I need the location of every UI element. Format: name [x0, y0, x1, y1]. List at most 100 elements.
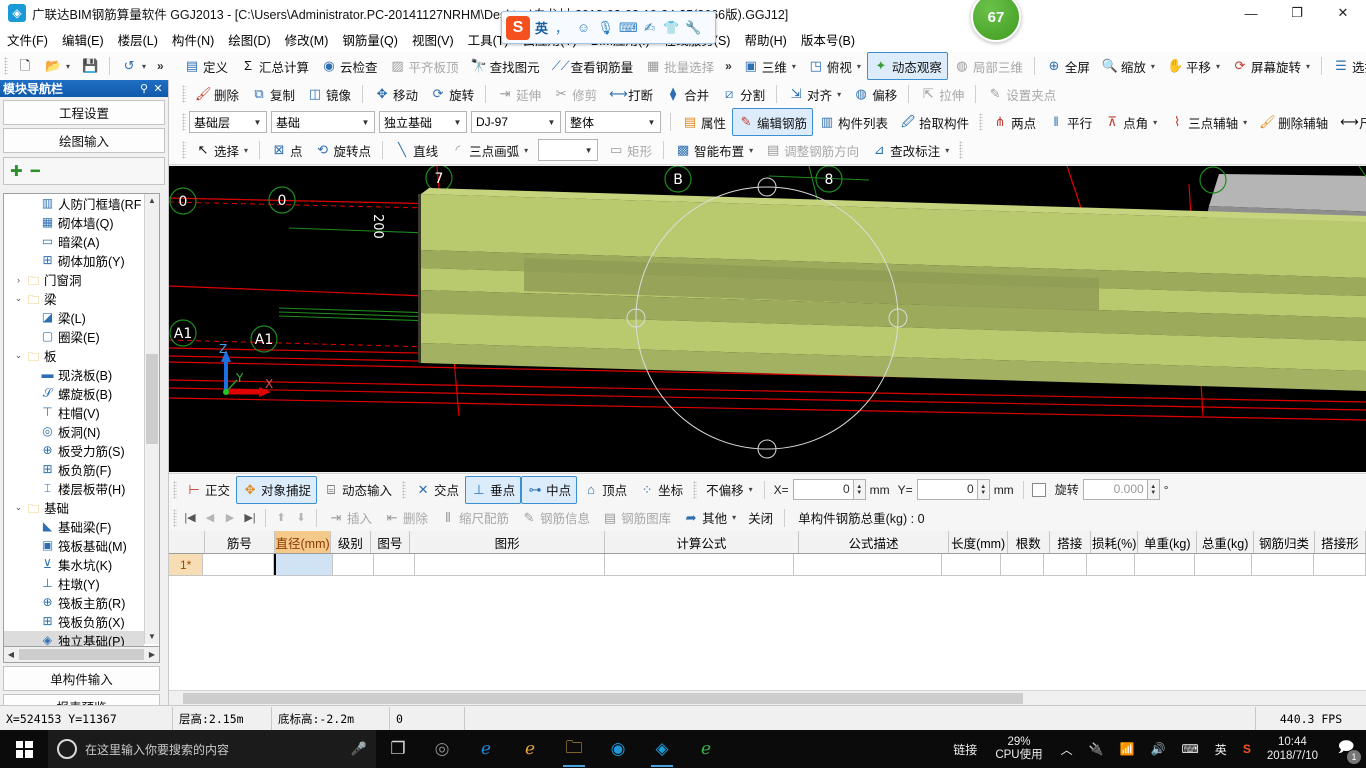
next-row-button[interactable]: ▶ — [220, 511, 240, 524]
split-button[interactable]: ⧄ 分割 — [715, 80, 771, 108]
delete-row-button[interactable]: ⇤ 删除 — [378, 504, 434, 532]
select-tool-button[interactable]: ↖ 选择 ▾ — [189, 136, 254, 164]
cpu-usage-widget[interactable]: 29% CPU使用 — [985, 736, 1052, 762]
edge-icon[interactable]: ℯ — [464, 730, 508, 768]
summary-calc-button[interactable]: Σ 汇总计算 — [234, 52, 315, 80]
ime-toolbar[interactable]: S 英 ， ☺ 🎙 ⌨ ✍ 👕 🔧 — [501, 11, 716, 44]
scale-rebar-button[interactable]: ⫴ 缩尺配筋 — [434, 504, 515, 532]
rotate-button[interactable]: ⟳ 旋转 — [424, 80, 480, 108]
scroll-thumb[interactable] — [146, 354, 158, 444]
ime-skin-icon[interactable]: 👕 — [663, 20, 680, 36]
new-file-button[interactable]: 🗋 — [11, 52, 39, 80]
model-viewport-3d[interactable]: 00 7B 8 A1 A1 200 Z X Y — [169, 166, 1366, 472]
snap-vertex-toggle[interactable]: ⌂ 顶点 — [577, 476, 633, 504]
display-mode-select[interactable]: 整体 ▼ — [565, 111, 661, 133]
tree-item-10[interactable]: 𝒮 螺旋板(B) — [4, 384, 144, 403]
cell-9[interactable] — [1001, 554, 1044, 575]
view-3d-button[interactable]: ▣ 三维 ▾ — [737, 52, 802, 80]
cell-15[interactable] — [1313, 554, 1366, 575]
link-status[interactable]: 链接 — [945, 730, 985, 768]
ortho-toggle[interactable]: ⊢ 正交 — [180, 476, 236, 504]
task-view-icon[interactable]: ❐ — [376, 730, 420, 768]
battery-icon[interactable]: 🔌 — [1081, 730, 1112, 768]
column-header-10[interactable]: 搭接 — [1049, 531, 1092, 553]
cell-2[interactable] — [273, 554, 333, 575]
tree-item-15[interactable]: ⌶ 楼层板带(H) — [4, 479, 144, 498]
tree-item-6[interactable]: ◪ 梁(L) — [4, 308, 144, 327]
close-rebar-panel-button[interactable]: 关闭 — [742, 504, 779, 532]
menu-rebar[interactable]: 钢筋量(Q) — [335, 27, 405, 52]
tree-item-7[interactable]: ▢ 圈梁(E) — [4, 327, 144, 346]
column-header-3[interactable]: 级别 — [331, 531, 371, 553]
ime-voice-icon[interactable]: 🎙 — [597, 20, 614, 36]
zoom-button[interactable]: 🔍 缩放 ▾ — [1096, 52, 1161, 80]
toolbar-grip-4[interactable] — [182, 141, 186, 159]
rebar-scroll-thumb[interactable] — [183, 693, 1023, 704]
remove-icon[interactable]: ━ — [31, 162, 40, 180]
snap-midpoint-toggle[interactable]: ⊶ 中点 — [521, 475, 578, 504]
other-button[interactable]: ➦ 其他 ▾ — [677, 504, 742, 532]
sogou-logo-icon[interactable]: S — [506, 15, 530, 40]
ime-lang-indicator[interactable]: 英 — [1207, 730, 1235, 768]
column-header-14[interactable]: 钢筋归类 — [1254, 531, 1315, 553]
first-row-button[interactable]: |◀ — [180, 511, 200, 524]
select-floor-button[interactable]: ☰选择楼层 — [1327, 52, 1366, 80]
y-input[interactable]: 0 — [916, 479, 978, 500]
tree-item-12[interactable]: ◎ 板洞(N) — [4, 422, 144, 441]
scroll-right-icon[interactable]: ▶ — [145, 650, 159, 659]
dynamic-input-toggle[interactable]: ⌸ 动态输入 — [317, 476, 398, 504]
x-input[interactable]: 0 — [792, 479, 854, 500]
tree-item-18[interactable]: ▣ 筏板基础(M) — [4, 536, 144, 555]
rotate-stepper[interactable]: ▲ ▼ — [1147, 479, 1160, 500]
rotate-point-tool-button[interactable]: ⟲ 旋转点 — [309, 136, 378, 164]
cell-8[interactable] — [941, 554, 1002, 575]
snap-intersection-toggle[interactable]: ✕ 交点 — [409, 476, 465, 504]
table-row[interactable]: 1* — [169, 554, 1366, 576]
toolbar-grip-4b[interactable] — [959, 141, 964, 159]
row-header-cell[interactable]: 1* — [169, 554, 204, 575]
tree-item-8[interactable]: ⌄ 🗀 板 — [4, 346, 144, 365]
tree-item-0[interactable]: ▥ 人防门框墙(RF — [4, 194, 144, 213]
ime-settings-icon[interactable]: 🔧 — [685, 20, 702, 36]
menu-draw[interactable]: 绘图(D) — [221, 27, 277, 52]
tree-item-1[interactable]: ▦ 砌体墙(Q) — [4, 213, 144, 232]
move-button[interactable]: ✥ 移动 — [368, 80, 424, 108]
microphone-icon[interactable]: 🎤 — [351, 741, 367, 757]
add-icon[interactable]: ✚ — [10, 162, 23, 180]
arc-tool-button[interactable]: ◜ 三点画弧 ▾ — [444, 136, 534, 164]
properties-button[interactable]: ▤ 属性 — [676, 108, 732, 136]
wifi-icon[interactable]: 📶 — [1112, 730, 1143, 768]
column-header-4[interactable]: 图号 — [370, 531, 411, 553]
close-panel-icon[interactable]: ✕ — [151, 82, 165, 95]
pin-icon[interactable]: ⚲ — [137, 82, 151, 95]
delete-button[interactable]: 🖌 删除 — [189, 80, 245, 108]
ime-handwriting-icon[interactable]: ✍ — [641, 20, 658, 36]
column-header-2[interactable]: 直径(mm) — [275, 531, 332, 553]
chevron-down-icon[interactable]: ⌄ — [12, 502, 25, 513]
tree-item-21[interactable]: ⊕ 筏板主筋(R) — [4, 593, 144, 612]
save-file-button[interactable]: 💾 — [76, 52, 104, 80]
ime-emoji-icon[interactable]: ☺ — [575, 20, 592, 35]
toolbar-overflow-mid-icon[interactable]: » — [720, 59, 737, 73]
menu-version[interactable]: 版本号(B) — [794, 27, 862, 52]
tree-item-3[interactable]: ⊞ 砌体加筋(Y) — [4, 251, 144, 270]
column-header-0[interactable] — [169, 531, 205, 553]
menu-floor[interactable]: 楼层(L) — [111, 27, 165, 52]
ggj-app-icon[interactable]: ◈ — [640, 730, 684, 768]
cell-7[interactable] — [794, 554, 942, 575]
cell-14[interactable] — [1252, 554, 1314, 575]
floor-select[interactable]: 基础层 ▼ — [189, 111, 267, 133]
component-type-select[interactable]: 独立基础 ▼ — [379, 111, 467, 133]
browser-360-icon[interactable]: ◉ — [596, 730, 640, 768]
delete-axis-button[interactable]: 🖌 删除辅轴 — [1253, 108, 1334, 136]
ie-icon[interactable]: ℯ — [508, 730, 552, 768]
cloud-check-button[interactable]: ◉ 云检查 — [315, 52, 384, 80]
break-button[interactable]: ⟷ 打断 — [603, 80, 659, 108]
cell-12[interactable] — [1135, 554, 1195, 575]
start-button[interactable] — [0, 730, 48, 768]
category-select[interactable]: 基础 ▼ — [271, 111, 375, 133]
tray-expand-icon[interactable]: ︿ — [1053, 730, 1081, 768]
tree-item-17[interactable]: ◣ 基础梁(F) — [4, 517, 144, 536]
drawing-input-button[interactable]: 绘图输入 — [3, 128, 165, 153]
cell-5[interactable] — [414, 554, 605, 575]
